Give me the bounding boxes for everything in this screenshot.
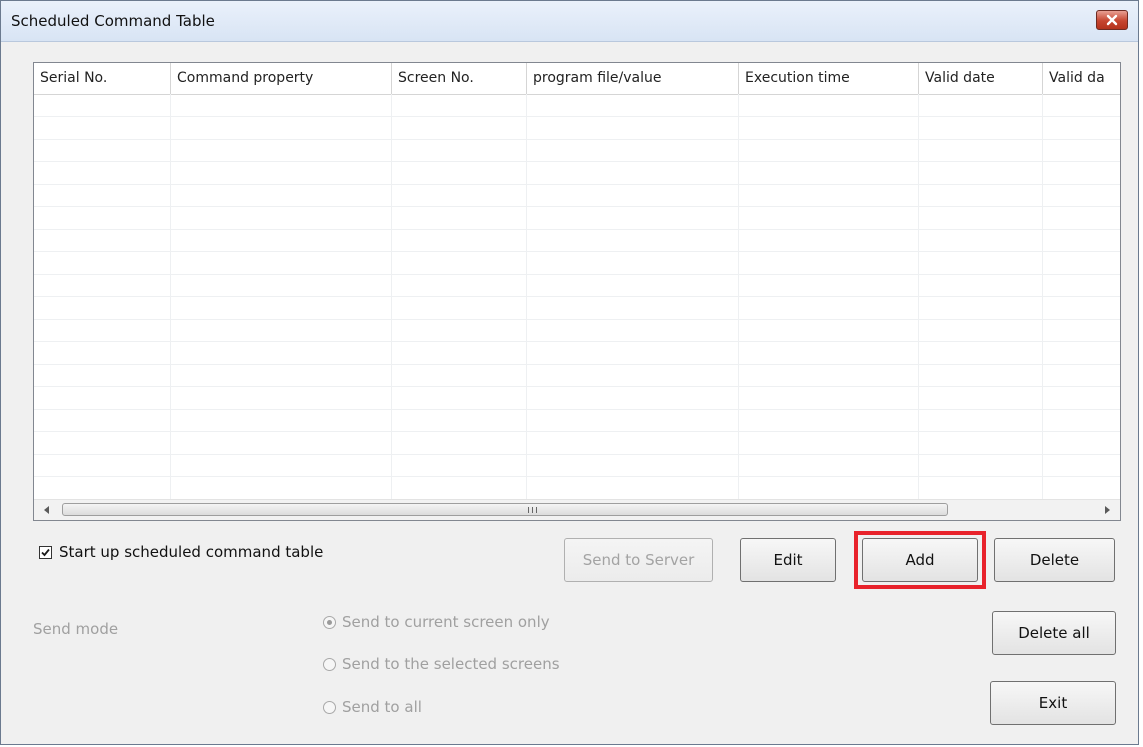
horizontal-scrollbar[interactable]	[34, 499, 1120, 520]
column-valid-date[interactable]: Valid date	[919, 63, 1043, 94]
delete-all-button[interactable]: Delete all	[992, 611, 1116, 655]
table-row-line	[34, 139, 1120, 140]
table-row-line	[34, 296, 1120, 297]
column-divider	[918, 94, 919, 500]
column-execution-time[interactable]: Execution time	[739, 63, 919, 94]
delete-button[interactable]: Delete	[994, 538, 1115, 582]
radio-send-to-all[interactable]: Send to all	[323, 698, 422, 716]
table-row-line	[34, 251, 1120, 252]
column-valid-date-2[interactable]: Valid da	[1043, 63, 1120, 94]
radio-button[interactable]	[323, 615, 336, 629]
send-to-server-button[interactable]: Send to Server	[564, 538, 713, 582]
table-row-line	[34, 409, 1120, 410]
radio-label: Send to all	[342, 698, 422, 716]
radio-current-screen[interactable]: Send to current screen only	[323, 613, 550, 631]
table-row-line	[34, 184, 1120, 185]
column-command-property[interactable]: Command property	[171, 63, 392, 94]
table-row-line	[34, 454, 1120, 455]
table-row-line	[34, 274, 1120, 275]
checkmark-icon	[41, 548, 50, 556]
list-header: Serial No. Command property Screen No. p…	[34, 63, 1120, 95]
table-row-line	[34, 319, 1120, 320]
table-row-line	[34, 431, 1120, 432]
arrow-left-icon[interactable]	[40, 503, 54, 517]
table-row-line	[34, 476, 1120, 477]
title-bar: Scheduled Command Table	[1, 1, 1138, 42]
column-divider	[170, 94, 171, 500]
column-divider	[526, 94, 527, 500]
radio-selected-screens[interactable]: Send to the selected screens	[323, 655, 560, 673]
edit-button[interactable]: Edit	[740, 538, 836, 582]
exit-button[interactable]: Exit	[990, 681, 1116, 725]
table-row-line	[34, 341, 1120, 342]
command-list[interactable]: Serial No. Command property Screen No. p…	[33, 62, 1121, 521]
radio-button[interactable]	[323, 657, 336, 671]
send-mode-label: Send mode	[33, 620, 119, 638]
radio-label: Send to current screen only	[342, 613, 550, 631]
close-button[interactable]	[1096, 10, 1128, 30]
radio-button[interactable]	[323, 700, 336, 714]
column-serial-no[interactable]: Serial No.	[34, 63, 171, 94]
table-row-line	[34, 161, 1120, 162]
add-button-highlight	[854, 531, 986, 589]
arrow-right-icon[interactable]	[1100, 503, 1114, 517]
column-divider	[738, 94, 739, 500]
radio-label: Send to the selected screens	[342, 655, 560, 673]
table-row-line	[34, 386, 1120, 387]
column-program-file-value[interactable]: program file/value	[527, 63, 739, 94]
startup-label: Start up scheduled command table	[59, 543, 324, 561]
table-row-line	[34, 116, 1120, 117]
window-title: Scheduled Command Table	[11, 12, 215, 30]
column-divider	[1042, 94, 1043, 500]
table-rows	[34, 94, 1120, 500]
column-screen-no[interactable]: Screen No.	[392, 63, 527, 94]
scheduled-command-window: Scheduled Command Table Serial No. Comma…	[0, 0, 1139, 745]
scroll-grip-icon	[528, 507, 537, 513]
table-row-line	[34, 229, 1120, 230]
table-row-line	[34, 206, 1120, 207]
close-icon	[1106, 14, 1118, 26]
startup-checkbox[interactable]	[39, 545, 52, 559]
column-divider	[391, 94, 392, 500]
startup-checkbox-row[interactable]: Start up scheduled command table	[39, 543, 323, 561]
scrollbar-thumb[interactable]	[62, 503, 948, 516]
table-row-line	[34, 364, 1120, 365]
